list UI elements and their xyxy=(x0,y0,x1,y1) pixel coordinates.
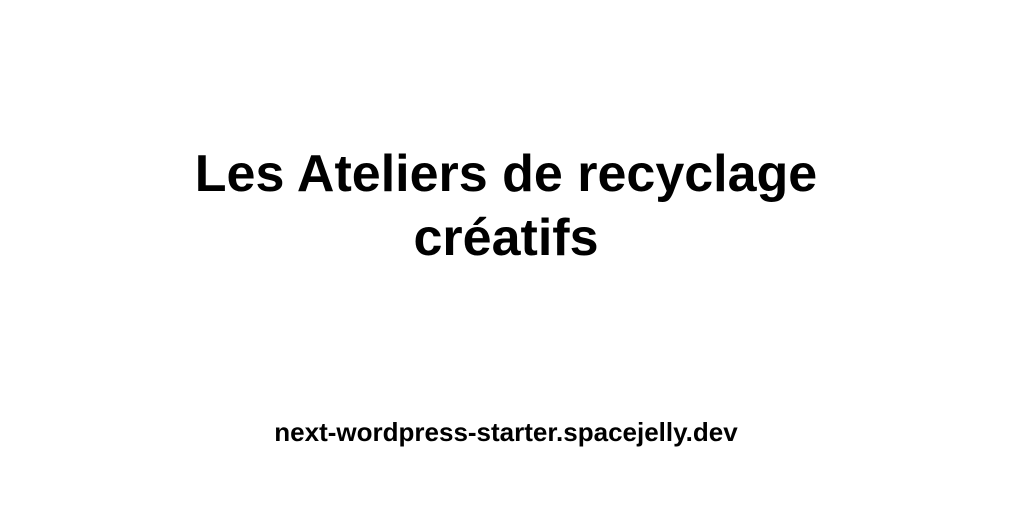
site-domain: next-wordpress-starter.spacejelly.dev xyxy=(274,417,738,447)
page-title: Les Ateliers de recyclage créatifs xyxy=(194,145,818,267)
social-share-card: Les Ateliers de recyclage créatifs next-… xyxy=(0,0,1012,506)
